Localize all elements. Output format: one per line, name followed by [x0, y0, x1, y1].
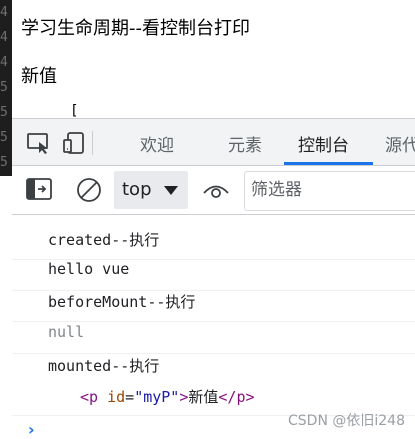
console-log-message: hello vue [48, 260, 130, 278]
editor-gutter: 4 4 4 5 5 5 5 [0, 0, 12, 176]
page-title: 学习生命周期--看控制台打印 [21, 18, 250, 39]
inspect-element-icon[interactable] [26, 131, 52, 155]
console-log-message: beforeMount--执行 [48, 293, 196, 311]
tab-separator [92, 131, 93, 155]
log-divider [12, 353, 415, 354]
console-log-message: mounted--执行 [48, 357, 160, 375]
context-selector-value: top [122, 179, 152, 200]
console-log-null: null [48, 323, 85, 341]
filter-field[interactable] [244, 171, 415, 211]
page-bracket: [ [72, 103, 78, 119]
devtools-panel: 欢迎 元素 控制台 源代 top 筛选器 created--执行 hello v… [12, 118, 415, 439]
tab-console[interactable]: 控制台 [298, 131, 349, 156]
line-number: 4 [0, 30, 8, 45]
element-attr-name: id [107, 388, 126, 406]
context-selector[interactable]: top [114, 171, 188, 209]
live-expression-eye-icon[interactable] [202, 180, 230, 204]
page-value-text: 新值 [21, 66, 57, 87]
watermark: CSDN @依旧i248 [288, 413, 405, 429]
element-attr-value: "myP" [134, 388, 180, 406]
devtools-tabbar: 欢迎 元素 控制台 源代 [12, 119, 415, 166]
clear-console-icon[interactable] [76, 177, 102, 207]
element-text: 新值 [188, 388, 219, 406]
console-prompt-icon[interactable]: › [28, 420, 35, 439]
line-number: 5 [0, 105, 8, 120]
sidebar-toggle-icon[interactable] [26, 178, 52, 204]
line-number: 5 [0, 80, 8, 95]
line-number: 4 [0, 55, 8, 70]
element-attr-eq: = [125, 388, 135, 406]
tab-welcome[interactable]: 欢迎 [140, 131, 174, 156]
line-number: 5 [0, 155, 8, 170]
active-tab-indicator [284, 162, 373, 165]
line-number: 5 [0, 130, 8, 145]
element-close-tag: </p> [218, 388, 255, 406]
chevron-down-icon [164, 186, 178, 195]
logged-element-node[interactable]: <p id="myP">新值</p> [80, 386, 255, 407]
filter-input[interactable] [251, 178, 411, 202]
console-log-message: created--执行 [48, 231, 160, 249]
tab-elements[interactable]: 元素 [228, 131, 262, 156]
line-number: 4 [0, 5, 8, 20]
element-open-tag: <p [80, 388, 99, 406]
device-toolbar-icon[interactable] [62, 131, 88, 155]
console-toolbar: top [12, 166, 415, 215]
log-divider [12, 321, 415, 322]
tab-sources[interactable]: 源代 [385, 131, 415, 156]
